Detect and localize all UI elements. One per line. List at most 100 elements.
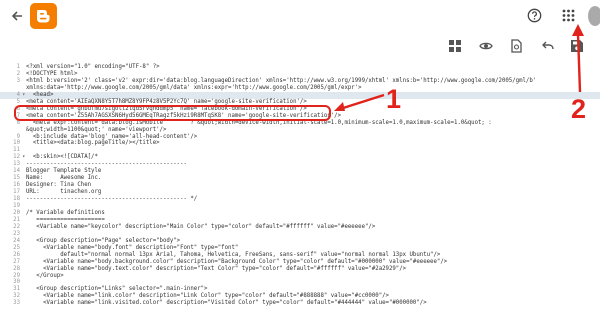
code-text: /* Variable definitions	[26, 209, 105, 216]
code-text: <title><data:blog.pageTitle/></title>	[26, 140, 160, 147]
annotation-arrow-1	[334, 93, 385, 111]
line-number: 26	[13, 251, 20, 258]
code-line[interactable]: 24 <Group description="Page" selector="b…	[0, 238, 600, 245]
line-number: 25	[13, 244, 20, 251]
code-line[interactable]: 4 ▾ <head>	[0, 91, 600, 99]
theme-layout-icon[interactable]	[449, 40, 461, 52]
annotation-number-2: 2	[571, 94, 587, 124]
code-line[interactable]: 14 Blogger Template Style	[0, 168, 600, 175]
code-line[interactable]: 21 ====================	[0, 217, 600, 224]
line-number: 14	[13, 168, 20, 175]
line-number: 32	[13, 293, 20, 300]
code-text: URL: tinachen.org	[26, 189, 102, 196]
code-text: <b:include data='blog' name='all-head-co…	[26, 133, 198, 140]
code-line[interactable]: &quot;width=1100&quot;' name='viewport'/…	[0, 127, 600, 134]
line-number: 13	[13, 161, 20, 168]
blogger-logo-icon[interactable]	[30, 3, 57, 29]
code-line[interactable]: 10 <title><data:blog.pageTitle/></title>	[0, 140, 600, 147]
code-text: ----------------------------------------…	[26, 196, 198, 203]
code-line[interactable]: 12 ▾ <b:skin><![CDATA[/*	[0, 154, 600, 161]
line-number: 21	[13, 216, 20, 223]
line-number: 16	[13, 182, 20, 189]
code-text: ----------------------------------------…	[26, 161, 187, 168]
line-number: 17	[13, 189, 20, 196]
line-number: 15	[13, 175, 20, 182]
line-number: 28	[13, 265, 20, 272]
code-line[interactable]: 23	[0, 231, 600, 238]
code-text: <Group description="Page" selector="body…	[26, 237, 181, 244]
code-line[interactable]: 16 Designer: Tina Chen	[0, 182, 600, 189]
editor-toolbar	[0, 32, 600, 60]
code-line[interactable]: 25 <Variable name="body.font" descriptio…	[0, 245, 600, 252]
code-text: default="normal normal 13px Arial, Tahom…	[26, 251, 441, 258]
code-line[interactable]: 1 <?xml version="1.0" encoding="UTF-8" ?>	[0, 64, 600, 71]
code-line[interactable]: 19	[0, 203, 600, 210]
code-line[interactable]: 18 --------------------------------------…	[0, 196, 600, 203]
code-line[interactable]: 20 /* Variable definitions	[0, 210, 600, 217]
code-line[interactable]: 9 <b:include data='blog' name='all-head-…	[0, 134, 600, 141]
preview-eye-icon[interactable]	[479, 41, 493, 51]
line-number: 2	[16, 70, 20, 77]
code-text: <Variable name="link.visited.color" desc…	[26, 300, 427, 307]
code-text: </Group>	[26, 272, 64, 279]
line-number: 20	[13, 209, 20, 216]
line-number: 3	[16, 77, 20, 84]
annotation-arrow-2	[572, 24, 584, 93]
code-line[interactable]: xmlns:data='http://www.google.com/2005/g…	[0, 85, 600, 92]
code-line[interactable]: 33 <Variable name="link.visited.color" d…	[0, 300, 600, 307]
line-number: 22	[13, 223, 20, 230]
code-line[interactable]: 15 Name: Awesome Inc.	[0, 175, 600, 182]
line-number: 18	[13, 196, 20, 203]
account-icon[interactable]	[588, 6, 600, 26]
line-number: 11	[13, 147, 20, 154]
code-text: <Group description="Links" selector=".ma…	[26, 286, 208, 293]
code-line[interactable]: 2 <!DOCTYPE html>	[0, 71, 600, 78]
code-text: ====================	[26, 216, 105, 223]
line-number: 1	[16, 64, 20, 70]
code-text: &quot;width=1100&quot;' name='viewport'/…	[26, 126, 167, 133]
code-line[interactable]: 17 URL: tinachen.org	[0, 189, 600, 196]
code-line[interactable]: 31 <Group description="Links" selector="…	[0, 286, 600, 293]
code-text: <Variable name="body.text.color" descrip…	[26, 265, 407, 272]
code-line[interactable]: 27 <Variable name="body.background.color…	[0, 259, 600, 266]
line-number: 4	[16, 91, 20, 98]
code-text: <Variable name="body.background.color" d…	[26, 258, 448, 265]
code-text: Designer: Tina Chen	[26, 182, 92, 189]
apps-grid-icon[interactable]	[562, 9, 575, 22]
annotation-highlight-box	[14, 105, 331, 121]
fold-toggle-icon[interactable]: ▾	[22, 154, 25, 161]
line-number: 12	[13, 154, 20, 161]
line-number: 19	[13, 203, 20, 209]
code-line[interactable]: 13 --------------------------------------…	[0, 161, 600, 168]
annotation-number-1: 1	[386, 84, 402, 114]
code-text: <head>	[26, 91, 54, 98]
code-text: <b:skin><![CDATA[/*	[26, 154, 98, 161]
code-line[interactable]: 22 <Variable name="keycolor" description…	[0, 224, 600, 231]
line-number: 10	[13, 140, 20, 147]
code-text: <Variable name="link.color" description=…	[26, 293, 389, 300]
code-line[interactable]: 32 <Variable name="link.color" descripti…	[0, 293, 600, 300]
code-text: <!DOCTYPE html>	[26, 70, 78, 77]
top-app-bar	[0, 0, 600, 32]
line-number: 29	[13, 272, 20, 279]
fold-toggle-icon[interactable]: ▾	[22, 92, 25, 99]
code-line[interactable]: 11	[0, 147, 600, 154]
line-number: 24	[13, 237, 20, 244]
code-line[interactable]: 30	[0, 279, 600, 286]
html-code-editor[interactable]: 1 <?xml version="1.0" encoding="UTF-8" ?>…	[0, 60, 600, 309]
code-line[interactable]: 28 <Variable name="body.text.color" desc…	[0, 266, 600, 273]
code-line[interactable]: 26 default="normal normal 13px Arial, Ta…	[0, 252, 600, 259]
code-text: <?xml version="1.0" encoding="UTF-8" ?>	[26, 64, 160, 70]
code-text: <Variable name="keycolor" description="M…	[26, 223, 376, 230]
code-line[interactable]: 29 </Group>	[0, 273, 600, 280]
undo-icon[interactable]	[541, 41, 554, 51]
code-line[interactable]: 3 <html b:version='2' class='v2' expr:dir…	[0, 78, 600, 85]
line-number: 9	[16, 133, 20, 140]
back-arrow-icon[interactable]	[9, 8, 25, 24]
help-icon[interactable]	[527, 8, 542, 23]
code-text: Name: Awesome Inc.	[26, 175, 102, 182]
line-number: 30	[13, 279, 20, 286]
line-number: 23	[13, 230, 20, 237]
revert-widget-icon[interactable]	[511, 39, 522, 53]
code-text: Blogger Template Style	[26, 168, 102, 175]
